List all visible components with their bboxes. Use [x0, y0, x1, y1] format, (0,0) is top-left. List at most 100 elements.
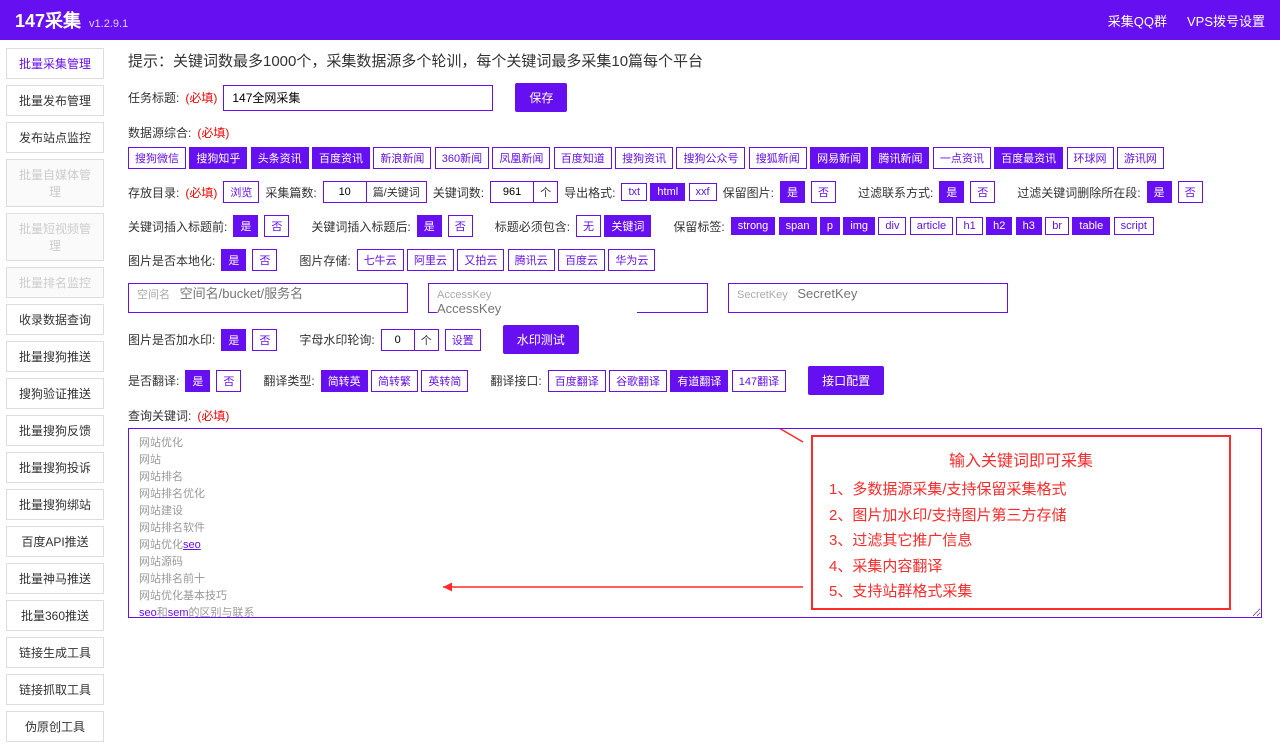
sidebar-item-11[interactable]: 批量搜狗绑站: [6, 489, 104, 520]
insert-before-no[interactable]: 否: [264, 215, 289, 237]
cloud-腾讯云[interactable]: 腾讯云: [508, 249, 555, 271]
cloud-华为云[interactable]: 华为云: [608, 249, 655, 271]
source-tag-360新闻[interactable]: 360新闻: [435, 147, 489, 169]
source-tag-搜狗微信[interactable]: 搜狗微信: [128, 147, 186, 169]
sidebar-item-2[interactable]: 发布站点监控: [6, 122, 104, 153]
annotation-overlay: 输入关键词即可采集 1、多数据源采集/支持保留采集格式 2、图片加水印/支持图片…: [811, 435, 1231, 610]
export-format-txt[interactable]: txt: [621, 183, 647, 201]
secret-key-input[interactable]: [797, 286, 997, 301]
watermark-no[interactable]: 否: [252, 329, 277, 351]
sidebar-item-13[interactable]: 批量神马推送: [6, 563, 104, 594]
save-button[interactable]: 保存: [515, 83, 567, 112]
translate-api-谷歌翻译[interactable]: 谷歌翻译: [609, 370, 667, 392]
browse-button[interactable]: 浏览: [223, 181, 259, 203]
source-tag-搜狐新闻[interactable]: 搜狐新闻: [749, 147, 807, 169]
keep-tag-h3[interactable]: h3: [1016, 217, 1042, 235]
translate-config-button[interactable]: 接口配置: [808, 366, 884, 395]
keep-tag-script[interactable]: script: [1114, 217, 1154, 235]
access-key-input-wrap[interactable]: AccessKey: [428, 283, 708, 313]
collect-count-label: 采集篇数:: [265, 184, 316, 201]
insert-after-no[interactable]: 否: [448, 215, 473, 237]
keep-tag-div[interactable]: div: [878, 217, 906, 235]
translate-no[interactable]: 否: [216, 370, 241, 392]
header-link-qq[interactable]: 采集QQ群: [1108, 11, 1167, 30]
keep-tag-h1[interactable]: h1: [956, 217, 982, 235]
source-tag-百度最资讯[interactable]: 百度最资讯: [994, 147, 1063, 169]
space-name-input-wrap[interactable]: 空间名: [128, 283, 408, 313]
access-key-input[interactable]: [437, 301, 637, 316]
cloud-百度云[interactable]: 百度云: [558, 249, 605, 271]
export-format-html[interactable]: html: [650, 183, 685, 201]
secret-key-input-wrap[interactable]: SecretKey: [728, 283, 1008, 313]
sidebar-item-12[interactable]: 百度API推送: [6, 526, 104, 557]
keep-tag-br[interactable]: br: [1045, 217, 1069, 235]
source-tag-搜狗资讯[interactable]: 搜狗资讯: [615, 147, 673, 169]
filter-kw-del-no[interactable]: 否: [1178, 181, 1203, 203]
source-tag-新浪新闻[interactable]: 新浪新闻: [373, 147, 431, 169]
sidebar-item-14[interactable]: 批量360推送: [6, 600, 104, 631]
cloud-阿里云[interactable]: 阿里云: [407, 249, 454, 271]
cloud-七牛云[interactable]: 七牛云: [357, 249, 404, 271]
keywords-textarea[interactable]: 网站优化网站网站排名网站排名优化网站建设网站排名软件网站优化seo网站源码网站排…: [128, 428, 1262, 618]
sidebar-item-16[interactable]: 链接抓取工具: [6, 674, 104, 705]
sidebar-item-6[interactable]: 收录数据查询: [6, 304, 104, 335]
sidebar-item-10[interactable]: 批量搜狗投诉: [6, 452, 104, 483]
source-tag-搜狗公众号[interactable]: 搜狗公众号: [676, 147, 745, 169]
sidebar-item-17[interactable]: 伪原创工具: [6, 711, 104, 742]
sidebar-item-9[interactable]: 批量搜狗反馈: [6, 415, 104, 446]
source-tag-一点资讯[interactable]: 一点资讯: [933, 147, 991, 169]
collect-count-input[interactable]: [323, 181, 367, 203]
source-tag-头条资讯[interactable]: 头条资讯: [251, 147, 309, 169]
filter-contact-yes[interactable]: 是: [939, 181, 964, 203]
header-link-vps[interactable]: VPS拨号设置: [1187, 11, 1265, 30]
translate-type-简转繁[interactable]: 简转繁: [371, 370, 418, 392]
translate-api-有道翻译[interactable]: 有道翻译: [670, 370, 728, 392]
keep-image-no[interactable]: 否: [811, 181, 836, 203]
sources-label: 数据源综合:: [128, 124, 191, 141]
keep-tag-p[interactable]: p: [820, 217, 840, 235]
translate-yes[interactable]: 是: [185, 370, 210, 392]
task-title-input[interactable]: [223, 85, 493, 111]
insert-before-yes[interactable]: 是: [233, 215, 258, 237]
source-tag-网易新闻[interactable]: 网易新闻: [810, 147, 868, 169]
translate-api-百度翻译[interactable]: 百度翻译: [548, 370, 606, 392]
watermark-yes[interactable]: 是: [221, 329, 246, 351]
sidebar-item-1[interactable]: 批量发布管理: [6, 85, 104, 116]
cloud-又拍云[interactable]: 又拍云: [457, 249, 504, 271]
sidebar-item-8[interactable]: 搜狗验证推送: [6, 378, 104, 409]
source-tag-环球网[interactable]: 环球网: [1067, 147, 1114, 169]
watermark-test-button[interactable]: 水印测试: [503, 325, 579, 354]
keep-image-yes[interactable]: 是: [780, 181, 805, 203]
space-name-input[interactable]: [180, 286, 380, 301]
sidebar-item-0[interactable]: 批量采集管理: [6, 48, 104, 79]
title-must-无[interactable]: 无: [576, 215, 601, 237]
source-tag-搜狗知乎[interactable]: 搜狗知乎: [189, 147, 247, 169]
keep-tag-table[interactable]: table: [1072, 217, 1110, 235]
keyword-count-input[interactable]: [490, 181, 534, 203]
image-local-no[interactable]: 否: [252, 249, 277, 271]
translate-type-英转简[interactable]: 英转简: [421, 370, 468, 392]
export-format-xxf[interactable]: xxf: [689, 183, 717, 201]
source-tag-凤凰新闻[interactable]: 凤凰新闻: [492, 147, 550, 169]
image-local-yes[interactable]: 是: [221, 249, 246, 271]
filter-contact-no[interactable]: 否: [970, 181, 995, 203]
watermark-rotate-input[interactable]: [381, 329, 415, 351]
keep-tag-strong[interactable]: strong: [731, 217, 776, 235]
sidebar-item-15[interactable]: 链接生成工具: [6, 637, 104, 668]
source-tag-百度资讯[interactable]: 百度资讯: [312, 147, 370, 169]
translate-type-简转英[interactable]: 简转英: [321, 370, 368, 392]
row-image-local: 图片是否本地化: 是 否 图片存储: 七牛云 阿里云 又拍云 腾讯云 百度云 华…: [128, 249, 1262, 271]
keep-tag-img[interactable]: img: [843, 217, 875, 235]
source-tag-游讯网[interactable]: 游讯网: [1117, 147, 1164, 169]
filter-kw-del-yes[interactable]: 是: [1147, 181, 1172, 203]
source-tag-百度知道[interactable]: 百度知道: [554, 147, 612, 169]
source-tag-腾讯新闻[interactable]: 腾讯新闻: [871, 147, 929, 169]
keep-tag-article[interactable]: article: [910, 217, 953, 235]
keep-tag-span[interactable]: span: [779, 217, 817, 235]
watermark-set-button[interactable]: 设置: [445, 329, 481, 351]
title-must-关键词[interactable]: 关键词: [604, 215, 651, 237]
translate-api-147翻译[interactable]: 147翻译: [732, 370, 786, 392]
sidebar-item-7[interactable]: 批量搜狗推送: [6, 341, 104, 372]
keep-tag-h2[interactable]: h2: [986, 217, 1012, 235]
insert-after-yes[interactable]: 是: [417, 215, 442, 237]
